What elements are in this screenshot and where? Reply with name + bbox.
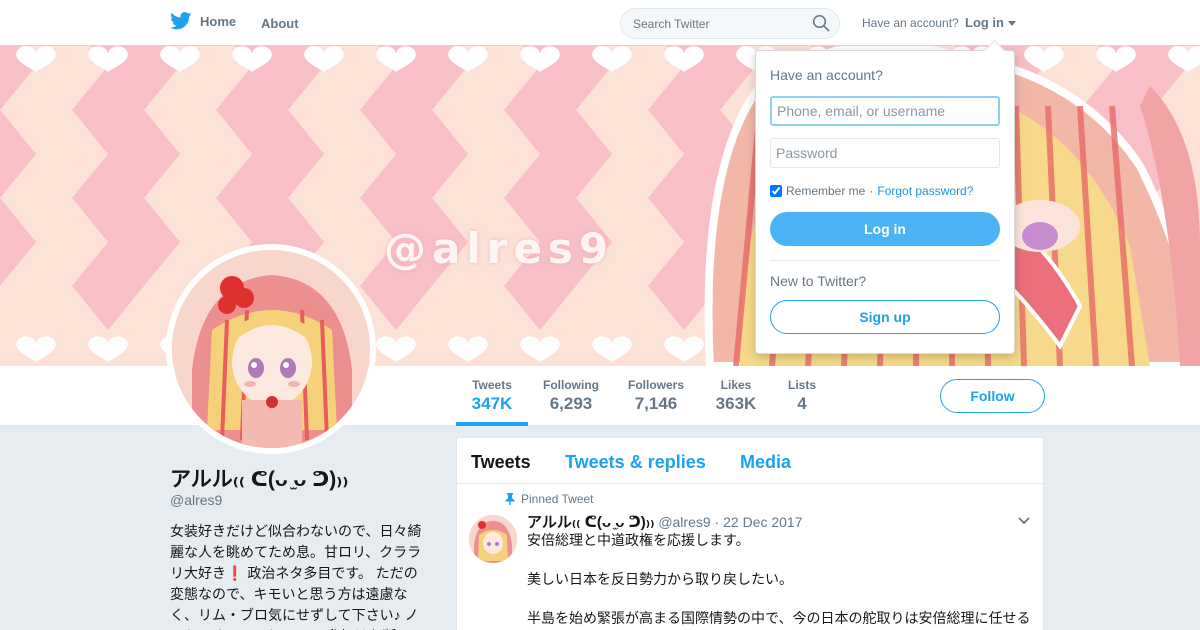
nav-home-label: Home xyxy=(200,13,237,29)
stat-following[interactable]: Following 6,293 xyxy=(540,378,602,414)
nav-about-link[interactable]: About xyxy=(261,16,299,31)
caret-down-icon xyxy=(1008,21,1016,26)
stat-value: 347K xyxy=(471,394,513,413)
stat-label: Likes xyxy=(720,378,752,392)
tweet-header: アルル₍₍ ᕦ(ᴗ ̫ᴗ ᕤ)₎₎ @alres9 · 22 Dec 2017 xyxy=(527,511,803,532)
tweet-avatar-image xyxy=(469,515,517,563)
stat-likes[interactable]: Likes 363K xyxy=(712,378,760,414)
tweet-avatar[interactable] xyxy=(469,515,517,563)
top-nav-bar: Home About Have an account? Log in xyxy=(0,0,1200,46)
timeline: Tweets Tweets & replies Media Pinned Twe… xyxy=(456,437,1044,630)
profile-bio: 女装好きだけど似合わないので、日々綺麗な人を眺めてため息。甘ロリ、クララリ大好き… xyxy=(170,523,422,630)
new-to-twitter-text: New to Twitter? xyxy=(770,273,867,289)
stat-lists[interactable]: Lists 4 xyxy=(786,378,818,414)
stat-label: Followers xyxy=(627,378,684,392)
banner-handle-text: @alres9 xyxy=(384,224,615,273)
stat-tweets[interactable]: Tweets 347K xyxy=(456,378,528,414)
stat-value: 363K xyxy=(715,394,757,413)
nav-home-link[interactable]: Home xyxy=(170,12,236,30)
pinned-text: Pinned Tweet xyxy=(521,492,594,506)
have-account-text: Have an account? xyxy=(862,16,959,30)
tweet-line: 美しい日本を反日勢力から取り戻したい。 xyxy=(527,571,793,587)
profile-name[interactable]: アルル₍₍ ᕦ(ᴗ ̫ᴗ ᕤ)₎₎ xyxy=(170,463,348,493)
tab-tweets[interactable]: Tweets xyxy=(471,452,531,473)
tweet-author-handle[interactable]: @alres9 xyxy=(658,514,710,530)
remember-me-label[interactable]: Remember me xyxy=(786,184,865,198)
search-input[interactable] xyxy=(620,8,840,39)
dropdown-divider xyxy=(770,260,1000,261)
chevron-down-icon[interactable] xyxy=(1017,516,1031,526)
stat-label: Following xyxy=(543,378,599,392)
forgot-password-link[interactable]: Forgot password? xyxy=(877,184,973,198)
tab-media[interactable]: Media xyxy=(740,452,791,473)
follow-button[interactable]: Follow xyxy=(940,379,1045,413)
login-button[interactable]: Log in xyxy=(770,212,1000,246)
tab-tweets-replies[interactable]: Tweets & replies xyxy=(565,452,706,473)
tweet-date[interactable]: 22 Dec 2017 xyxy=(723,514,802,530)
stat-value: 6,293 xyxy=(549,394,593,413)
stat-value: 4 xyxy=(797,394,807,413)
tweet-line: 半島を始め緊張が高まる国際情勢の中で、今の日本の舵取りは安倍総理に任せる xyxy=(527,610,1031,626)
active-tab-underline xyxy=(456,422,528,426)
stat-label: Tweets xyxy=(472,378,512,392)
signup-button[interactable]: Sign up xyxy=(770,300,1000,334)
pinned-tweet-label: Pinned Tweet xyxy=(505,492,594,506)
tweet-text: 安倍総理と中道政権を応援します。 美しい日本を反日勢力から取り戻したい。 半島を… xyxy=(527,530,1037,630)
twitter-bird-icon xyxy=(170,12,192,30)
remember-me-row: Remember me · Forgot password? xyxy=(770,184,973,198)
search-icon[interactable] xyxy=(812,14,830,32)
tweet-author-name[interactable]: アルル₍₍ ᕦ(ᴗ ̫ᴗ ᕤ)₎₎ xyxy=(527,514,654,531)
username-field[interactable] xyxy=(770,96,1000,126)
separator-dot: · xyxy=(869,184,874,198)
remember-me-checkbox[interactable] xyxy=(770,185,782,197)
login-dropdown: Have an account? Remember me · Forgot pa… xyxy=(755,50,1015,354)
dropdown-title: Have an account? xyxy=(770,67,883,83)
tweet-meta-dot: · xyxy=(714,514,724,530)
login-toggle-label: Log in xyxy=(965,15,1004,30)
stat-label: Lists xyxy=(787,378,816,392)
password-field[interactable] xyxy=(770,138,1000,168)
profile-handle[interactable]: @alres9 xyxy=(170,492,222,508)
profile-avatar[interactable] xyxy=(166,244,376,454)
tweet-line: 安倍総理と中道政権を応援します。 xyxy=(527,532,750,548)
avatar-illustration xyxy=(172,250,370,448)
pin-icon xyxy=(505,493,515,505)
timeline-tabs: Tweets Tweets & replies Media xyxy=(457,438,1043,484)
avatar-image xyxy=(172,250,370,448)
stat-followers[interactable]: Followers 7,146 xyxy=(626,378,686,414)
stat-value: 7,146 xyxy=(634,394,678,413)
login-dropdown-toggle[interactable]: Log in xyxy=(965,15,1016,30)
